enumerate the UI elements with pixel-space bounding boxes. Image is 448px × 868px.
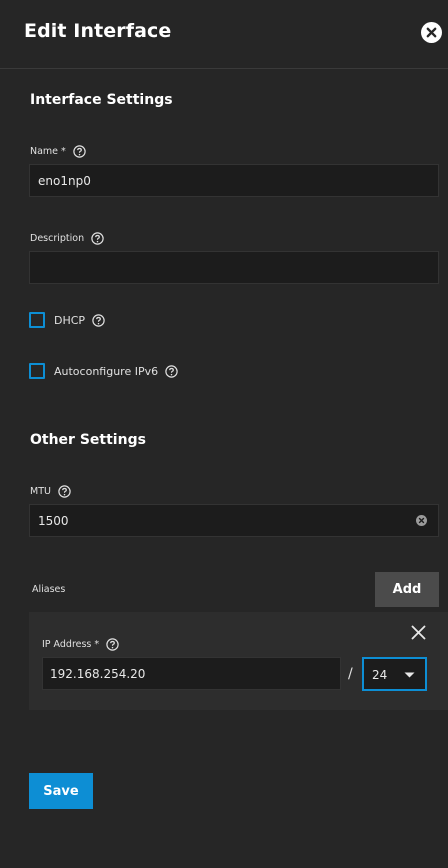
dhcp-label: DHCP [54, 313, 86, 327]
netmask-separator: / [348, 666, 353, 682]
name-label-text: Name * [30, 146, 66, 157]
help-icon[interactable] [92, 313, 105, 327]
netmask-select[interactable]: 24 [362, 657, 427, 691]
ip-address-label: IP Address * [42, 638, 119, 651]
description-label: Description [30, 232, 104, 245]
help-icon[interactable] [91, 232, 104, 245]
mtu-label: MTU [30, 485, 71, 498]
description-label-text: Description [30, 233, 85, 244]
panel-title: Edit Interface [24, 20, 172, 42]
save-button[interactable]: Save [29, 773, 93, 809]
description-input[interactable] [29, 251, 439, 284]
name-input[interactable] [29, 164, 439, 197]
help-icon[interactable] [106, 638, 119, 651]
panel-header: Edit Interface [0, 0, 448, 69]
interface-settings-title: Interface Settings [30, 92, 173, 108]
clear-input-icon[interactable] [416, 515, 427, 526]
close-circle-icon [426, 27, 437, 38]
remove-alias-icon[interactable] [411, 625, 426, 640]
mtu-label-text: MTU [30, 486, 51, 497]
name-label: Name * [30, 145, 86, 158]
close-button[interactable] [421, 22, 442, 43]
mtu-input[interactable] [29, 504, 439, 537]
chevron-down-icon [404, 672, 415, 678]
aliases-label: Aliases [32, 584, 66, 595]
edit-interface-panel: Edit Interface Interface Settings Name *… [0, 0, 448, 868]
autoconfigure-ipv6-label: Autoconfigure IPv6 [54, 364, 159, 378]
dhcp-checkbox[interactable] [29, 312, 45, 328]
ip-address-input[interactable] [42, 657, 341, 690]
autoconfigure-ipv6-checkbox-row[interactable]: Autoconfigure IPv6 [29, 363, 178, 379]
help-icon[interactable] [73, 145, 86, 158]
help-icon[interactable] [165, 364, 178, 378]
help-icon[interactable] [58, 485, 71, 498]
add-alias-button[interactable]: Add [375, 572, 439, 607]
autoconfigure-ipv6-checkbox[interactable] [29, 363, 45, 379]
netmask-value: 24 [372, 668, 388, 682]
ip-address-label-text: IP Address * [42, 639, 100, 650]
other-settings-title: Other Settings [30, 432, 146, 448]
dhcp-checkbox-row[interactable]: DHCP [29, 312, 105, 328]
